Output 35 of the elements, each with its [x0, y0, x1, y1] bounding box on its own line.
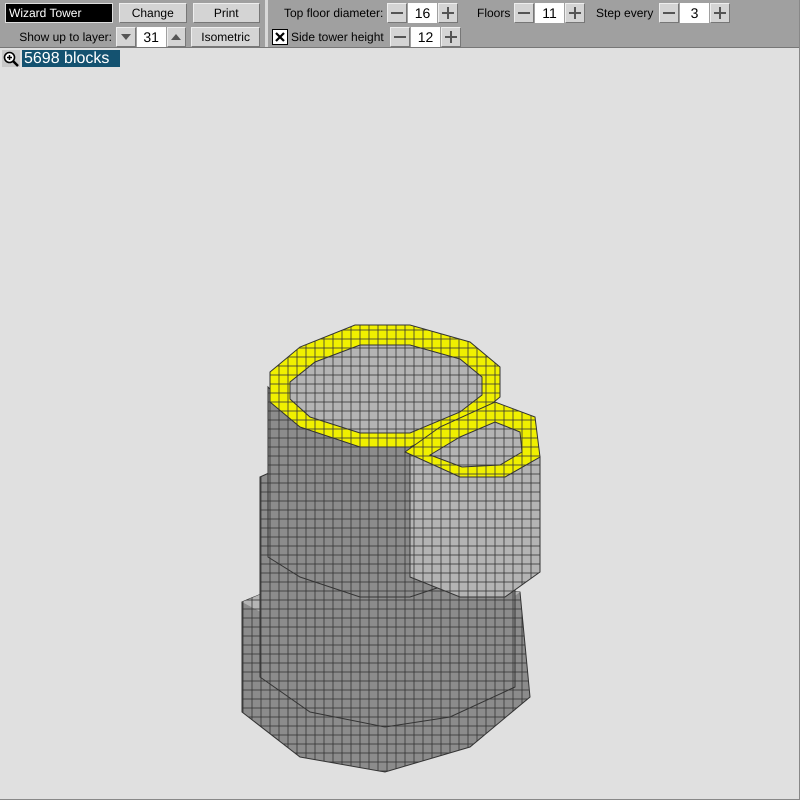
plus-button[interactable]: [438, 2, 458, 22]
layer-label: Show up to layer:: [18, 30, 113, 44]
plus-button[interactable]: [710, 2, 730, 22]
plus-icon: [569, 6, 581, 18]
block-count: 5698 blocks: [22, 50, 120, 67]
spinner-label: Floors: [477, 6, 512, 20]
print-button[interactable]: Print: [192, 2, 260, 22]
spinner-label: Top floor diameter:: [284, 6, 384, 20]
layer-field[interactable]: 31: [136, 26, 166, 46]
number-field[interactable]: 16: [408, 2, 437, 22]
plus-icon: [714, 6, 726, 18]
change-button[interactable]: Change: [119, 2, 186, 22]
layer-up-button[interactable]: [166, 26, 186, 46]
minus-button[interactable]: [659, 2, 679, 22]
side-tower-label: Side tower height: [291, 30, 385, 44]
number-field[interactable]: 3: [680, 2, 709, 22]
check-x-icon: [275, 32, 285, 42]
zoom-in-button[interactable]: [2, 50, 20, 67]
layer-down-button[interactable]: [116, 26, 136, 46]
minus-button[interactable]: [387, 2, 407, 22]
isometric-button[interactable]: Isometric: [191, 26, 260, 46]
plus-icon: [442, 6, 454, 18]
number-field[interactable]: 11: [535, 2, 564, 22]
plus-button[interactable]: [441, 26, 461, 46]
number-field[interactable]: 12: [411, 26, 440, 46]
up-triangle-icon: [171, 34, 182, 40]
down-triangle-icon: [120, 34, 131, 40]
minus-button[interactable]: [514, 2, 534, 22]
name-field[interactable]: Wizard Tower: [5, 2, 113, 22]
spinner-label: Step every: [596, 6, 654, 20]
minus-button[interactable]: [390, 26, 410, 46]
side-tower-checkbox[interactable]: [272, 28, 288, 44]
plus-icon: [445, 30, 457, 42]
magnifier-plus-icon: [3, 50, 19, 66]
plus-button[interactable]: [565, 2, 585, 22]
